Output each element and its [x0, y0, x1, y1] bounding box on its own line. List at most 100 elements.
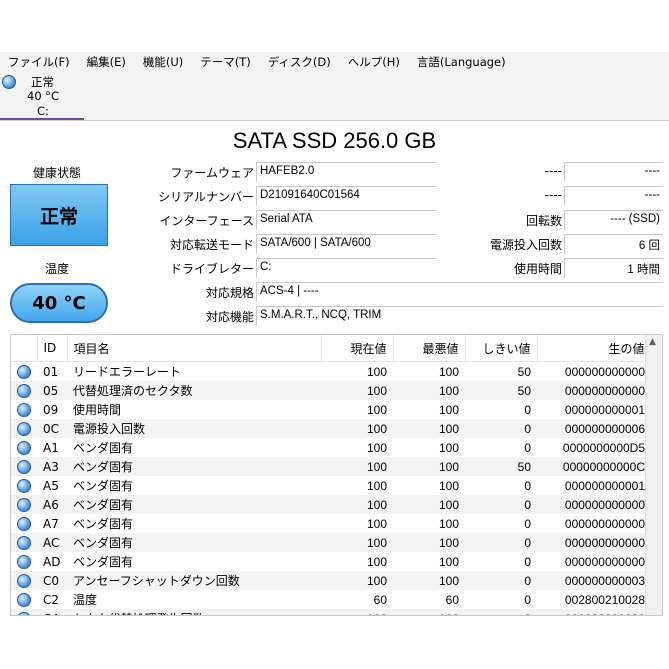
smart-row[interactable]: 05 代替処理済のセクタ数 100 100 50 000000000000: [11, 381, 651, 400]
info-label: インターフェース: [159, 214, 254, 228]
smart-raw: 000000000000: [564, 554, 645, 569]
smart-scrollbar[interactable]: ▲: [645, 335, 662, 615]
smart-row[interactable]: C0 アンセーフシャットダウン回数 100 100 0 000000000003: [11, 571, 651, 590]
smart-raw: 000000000003: [537, 571, 651, 590]
smart-threshold: 0: [524, 478, 531, 493]
smart-name: セクタ代替処理発生回数: [67, 609, 321, 615]
smart-status-cell: [11, 362, 37, 382]
smart-row[interactable]: A6 ベンダ固有 100 100 0 000000000000: [11, 495, 651, 514]
smart-id: A7: [43, 516, 59, 531]
scroll-up-icon[interactable]: ▲: [649, 337, 656, 347]
info-value[interactable]: D21091640C01564: [256, 186, 436, 206]
header-worst[interactable]: 最悪値: [393, 335, 466, 362]
drive-bar: 正常 40 °C C:: [0, 72, 669, 121]
header-name[interactable]: 項目名: [67, 335, 322, 362]
smart-row[interactable]: 09 使用時間 100 100 0 000000000001: [11, 400, 651, 419]
drive-temp: 40 °C: [27, 89, 60, 103]
smart-row[interactable]: C2 温度 60 60 0 002800210028: [11, 590, 651, 609]
smart-current: 100: [366, 364, 387, 379]
smart-worst: 100: [393, 533, 465, 552]
smart-current: 100: [321, 419, 393, 438]
smart-current: 100: [366, 478, 387, 493]
smart-worst: 100: [393, 609, 465, 615]
header-raw[interactable]: 生の値: [537, 335, 652, 362]
smart-status-cell: [11, 381, 37, 400]
smart-name: 代替処理済のセクタ数: [67, 381, 321, 400]
smart-row[interactable]: A1 ベンダ固有 100 100 0 0000000000D5: [11, 438, 651, 457]
info-value[interactable]: HAFEB2.0: [256, 162, 436, 182]
smart-threshold: 0: [465, 609, 537, 615]
smart-name: 使用時間: [73, 403, 122, 417]
smart-name: ベンダ固有: [73, 517, 134, 531]
status-ok-icon: [17, 497, 31, 512]
header-current[interactable]: 現在値: [321, 335, 394, 362]
smart-row[interactable]: 0C 電源投入回数 100 100 0 000000000006: [11, 419, 651, 438]
drive-tab-c[interactable]: 正常 40 °C C:: [0, 72, 84, 120]
smart-id: AD: [43, 554, 61, 569]
info-right-value[interactable]: 6 回: [564, 234, 663, 254]
smart-status-cell: [11, 514, 37, 533]
smart-row[interactable]: AD ベンダ固有 100 100 0 000000000000: [11, 552, 651, 571]
info-right-value[interactable]: ----: [564, 186, 663, 206]
info-right-value[interactable]: ----: [564, 162, 663, 182]
menu-item[interactable]: テーマ(T): [192, 54, 260, 70]
smart-status-cell: [11, 590, 37, 609]
smart-current: 100: [321, 533, 393, 552]
info-label: 対応転送モード: [169, 238, 254, 252]
temperature-button[interactable]: 40 °C: [10, 283, 108, 323]
smart-name: ベンダ固有: [67, 495, 321, 514]
smart-id: AC: [37, 533, 67, 552]
info-value[interactable]: SATA/600 | SATA/600: [256, 234, 436, 254]
menu-item[interactable]: ファイル(F): [0, 54, 79, 70]
header-id[interactable]: ID: [37, 335, 68, 362]
menu-item[interactable]: ヘルプ(H): [340, 54, 409, 70]
features-value[interactable]: S.M.A.R.T., NCQ, TRIM: [256, 306, 663, 326]
health-status-button[interactable]: 正常: [10, 184, 108, 246]
header-threshold[interactable]: しきい値: [465, 335, 538, 362]
smart-row[interactable]: A3 ベンダ固有 100 100 50 00000000000C: [11, 457, 651, 476]
drive-letter: C:: [37, 104, 49, 118]
smart-raw: 000000000000: [564, 364, 645, 379]
info-value[interactable]: C:: [256, 258, 436, 278]
menu-item[interactable]: 言語(Language): [409, 54, 515, 70]
smart-id: 05: [37, 381, 67, 400]
info-right-value[interactable]: 1 時間: [564, 258, 663, 278]
smart-row[interactable]: AC ベンダ固有 100 100 0 000000000000: [11, 533, 651, 552]
smart-worst: 100: [393, 381, 465, 400]
smart-worst: 100: [438, 478, 459, 493]
standard-label: 対応規格: [205, 286, 254, 300]
smart-name: ベンダ固有: [73, 479, 134, 493]
smart-status-cell: [11, 457, 37, 476]
status-ok-icon: [17, 592, 31, 607]
smart-worst: 100: [438, 516, 459, 531]
smart-threshold: 0: [465, 571, 537, 590]
smart-row[interactable]: C4セクタ代替処理発生回数1001000000000000000: [11, 609, 651, 615]
smart-name: アンセーフシャットダウン回数: [67, 571, 321, 590]
menu-item[interactable]: 機能(U): [135, 54, 192, 70]
smart-raw: 000000000000: [537, 495, 651, 514]
smart-worst: 100: [393, 571, 465, 590]
smart-status-cell: [11, 438, 37, 457]
menu-item[interactable]: ディスク(D): [260, 54, 340, 70]
smart-status-cell: [11, 400, 37, 419]
smart-status-cell: [11, 552, 37, 571]
smart-raw: 000000000000: [537, 609, 651, 615]
smart-raw: 000000000000: [537, 533, 651, 552]
smart-worst: 100: [438, 554, 459, 569]
info-right-value[interactable]: ---- (SSD): [564, 210, 663, 230]
smart-row[interactable]: A5 ベンダ固有 100 100 0 000000000001: [11, 476, 651, 495]
status-ok-icon: [17, 383, 31, 398]
info-label: シリアルナンバー: [158, 190, 254, 204]
temperature-label: 温度: [44, 262, 69, 276]
header-icon-col: [11, 335, 38, 362]
standard-value[interactable]: ACS-4 | ----: [256, 282, 663, 302]
status-ok-icon: [17, 402, 31, 417]
info-value[interactable]: Serial ATA: [256, 210, 436, 230]
info-right-label: 使用時間: [513, 262, 562, 276]
smart-table: ID 項目名 現在値 最悪値 しきい値 生の値 01 リードエラーレート 100 10…: [10, 334, 663, 616]
menu-item[interactable]: 編集(E): [79, 54, 135, 70]
smart-row[interactable]: A7 ベンダ固有 100 100 0 000000000000: [11, 514, 651, 533]
smart-row[interactable]: 01 リードエラーレート 100 100 50 000000000000: [11, 362, 651, 382]
status-ok-icon: [17, 459, 31, 474]
smart-worst: 100: [393, 457, 465, 476]
